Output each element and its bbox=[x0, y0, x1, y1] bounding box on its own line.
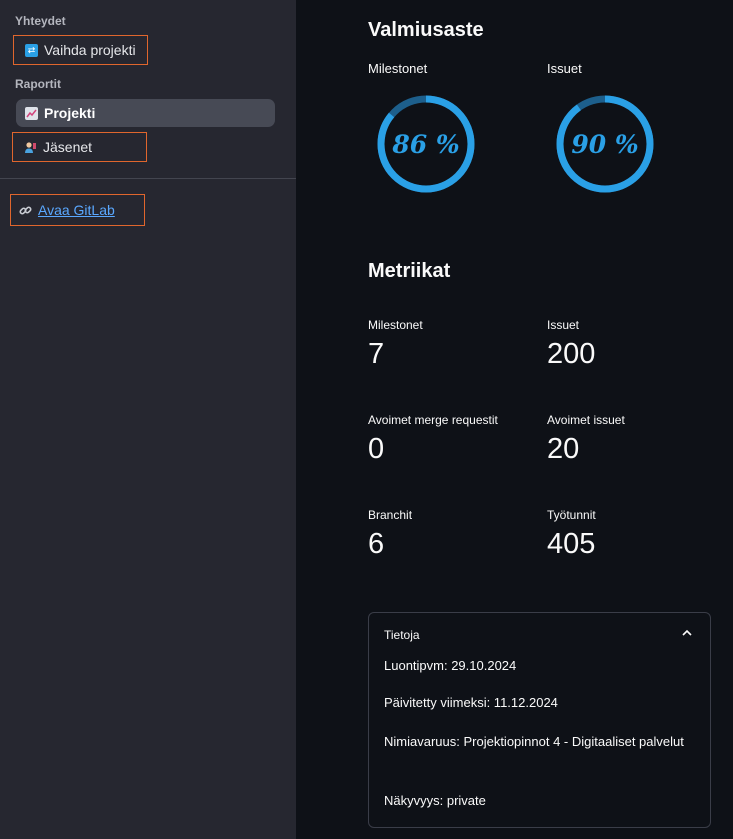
switch-project-link[interactable]: ⇄ Vaihda projekti bbox=[13, 35, 148, 65]
metric-label: Branchit bbox=[368, 508, 413, 522]
metric-value: 200 bbox=[547, 338, 596, 370]
milestones-gauge-value: 86 % bbox=[391, 130, 459, 159]
chart-icon bbox=[25, 106, 38, 120]
sidebar-divider bbox=[0, 178, 296, 179]
issues-gauge-label: Issuet bbox=[547, 61, 582, 76]
main-content: Valmiusaste Milestonet Issuet 86 % 90 % … bbox=[296, 0, 733, 839]
milestones-gauge: 86 % bbox=[377, 95, 475, 193]
info-namespace: Nimiavaruus: Projektiopinnot 4 - Digitaa… bbox=[384, 734, 684, 749]
metric-label: Työtunnit bbox=[547, 508, 596, 522]
info-created: Luontipvm: 29.10.2024 bbox=[384, 658, 517, 673]
metric-value: 0 bbox=[368, 433, 385, 465]
issues-gauge: 90 % bbox=[556, 95, 654, 193]
person-icon bbox=[24, 141, 37, 154]
sidebar-item-project-label: Projekti bbox=[44, 105, 96, 121]
metric-value: 20 bbox=[547, 433, 580, 465]
issues-gauge-value: 90 % bbox=[571, 130, 638, 159]
milestones-gauge-label: Milestonet bbox=[368, 61, 428, 76]
swap-icon: ⇄ bbox=[25, 43, 38, 57]
sidebar-item-members[interactable]: Jäsenet bbox=[12, 132, 147, 162]
metric-label: Issuet bbox=[547, 318, 580, 332]
sidebar: Yhteydet ⇄ Vaihda projekti Raportit Proj… bbox=[0, 0, 296, 839]
info-visibility: Näkyvyys: private bbox=[384, 793, 486, 808]
info-expander-title[interactable]: Tietoja bbox=[384, 628, 420, 642]
reports-heading: Raportit bbox=[15, 77, 61, 91]
sidebar-item-members-label: Jäsenet bbox=[43, 139, 93, 155]
metric-label: Avoimet merge requestit bbox=[368, 413, 498, 427]
sidebar-item-project[interactable]: Projekti bbox=[16, 99, 275, 127]
metric-label: Avoimet issuet bbox=[547, 413, 625, 427]
metric-label: Milestonet bbox=[368, 318, 423, 332]
metrics-title: Metriikat bbox=[368, 260, 451, 282]
metric-value: 7 bbox=[368, 338, 385, 370]
readiness-title: Valmiusaste bbox=[368, 19, 484, 41]
metric-value: 405 bbox=[547, 528, 596, 560]
metric-value: 6 bbox=[368, 528, 385, 560]
info-expander: Tietoja Luontipvm: 29.10.2024 Päivitetty… bbox=[368, 612, 711, 828]
open-gitlab-label: Avaa GitLab bbox=[38, 202, 115, 218]
info-updated: Päivitetty viimeksi: 11.12.2024 bbox=[384, 695, 558, 710]
connections-heading: Yhteydet bbox=[15, 14, 66, 28]
link-icon bbox=[19, 204, 32, 217]
switch-project-label: Vaihda projekti bbox=[44, 42, 136, 58]
open-gitlab-link[interactable]: Avaa GitLab bbox=[10, 194, 145, 226]
chevron-up-icon[interactable] bbox=[682, 625, 692, 641]
